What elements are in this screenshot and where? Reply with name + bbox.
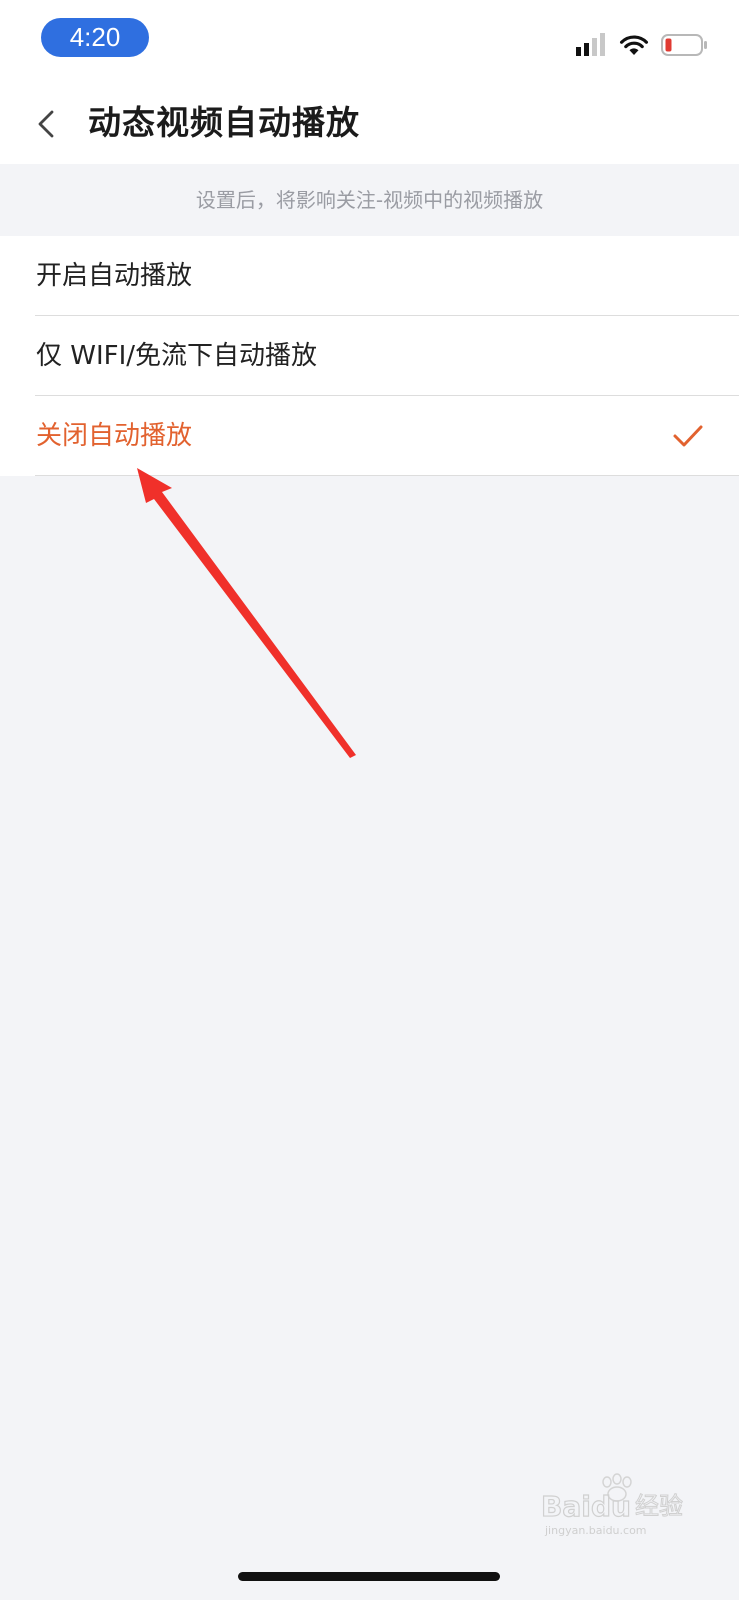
svg-text:du: du [591,1490,631,1523]
battery-low-icon [661,34,707,56]
svg-text:Bai: Bai [541,1490,591,1523]
hint-text: 设置后，将影响关注-视频中的视频播放 [195,188,544,212]
option-label: 仅 WIFI/免流下自动播放 [36,341,318,371]
wifi-icon [620,35,648,55]
option-autoplay-on[interactable]: 开启自动播放 [0,236,739,316]
chevron-left-icon[interactable] [30,104,66,144]
page-title: 动态视频自动播放 [88,103,360,142]
baidu-jingyan-watermark: Bai du 经验 jingyan.baidu.com [540,1473,684,1537]
option-label: 开启自动播放 [36,261,193,291]
cellular-signal-icon [576,33,605,56]
option-autoplay-wifi-only[interactable]: 仅 WIFI/免流下自动播放 [0,316,739,396]
home-indicator[interactable] [238,1572,500,1581]
status-icons [575,30,709,60]
screen: 4:20 动态视频自动播放 设置后，将影响关注-视频中的视频播放 开启自动播放 … [0,0,739,1600]
hint-bar: 设置后，将影响关注-视频中的视频播放 [0,164,739,236]
status-bar: 4:20 [0,0,739,82]
svg-text:jingyan.baidu.com: jingyan.baidu.com [544,1524,647,1537]
nav-bar: 动态视频自动播放 [0,82,739,164]
option-autoplay-off[interactable]: 关闭自动播放 [0,396,739,476]
checkmark-icon [673,425,703,447]
option-label: 关闭自动播放 [36,421,193,451]
divider [35,475,739,476]
autoplay-options-list: 开启自动播放 仅 WIFI/免流下自动播放 关闭自动播放 [0,236,739,476]
svg-text:经验: 经验 [635,1492,683,1520]
status-time: 4:20 [41,18,149,57]
